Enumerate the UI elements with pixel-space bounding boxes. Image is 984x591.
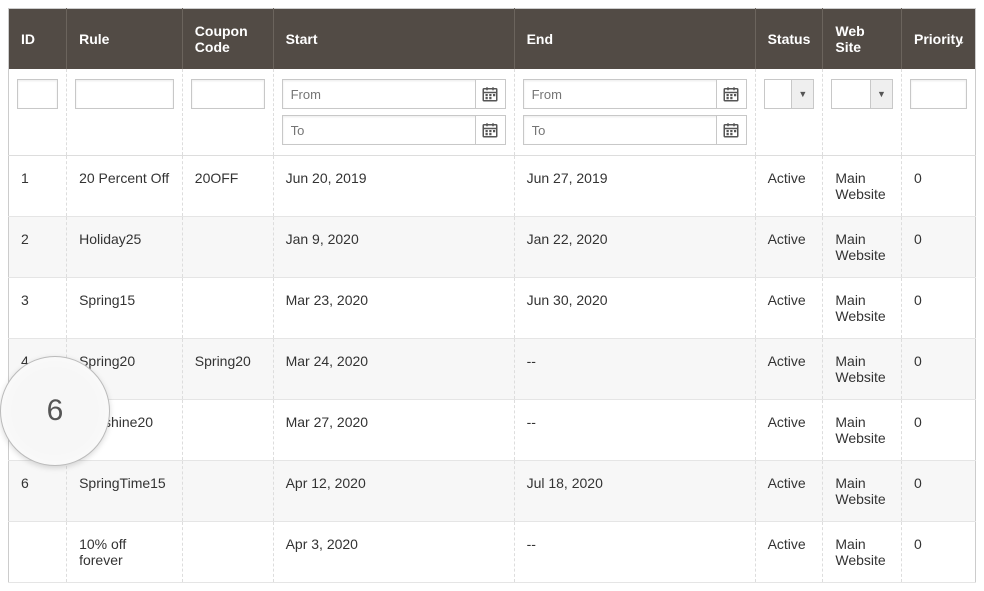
cell-coupon [182,522,273,583]
filter-website-select[interactable]: ▼ [831,79,893,109]
cell-coupon: Spring20 [182,339,273,400]
cell-end: -- [514,400,755,461]
cell-start: Mar 24, 2020 [273,339,514,400]
cell-coupon: 20OFF [182,156,273,217]
cell-status: Active [755,522,823,583]
column-header-start[interactable]: Start [273,9,514,70]
cell-website: Main Website [823,339,902,400]
cell-website: Main Website [823,156,902,217]
cell-start: Mar 23, 2020 [273,278,514,339]
cell-coupon [182,400,273,461]
cell-rule: SpringTime15 [67,461,183,522]
cell-website: Main Website [823,400,902,461]
cell-rule: 20 Percent Off [67,156,183,217]
table-row[interactable]: 2Holiday25 Jan 9, 2020Jan 22, 2020ActiveM… [9,217,976,278]
cell-end: Jun 30, 2020 [514,278,755,339]
cell-status: Active [755,339,823,400]
cell-coupon [182,461,273,522]
cell-rule: 10% off forever [67,522,183,583]
chevron-down-icon: ▼ [791,80,813,108]
filter-input-rule[interactable] [75,79,174,109]
cell-website: Main Website [823,278,902,339]
calendar-icon[interactable] [716,80,746,108]
cell-id: 5 [9,400,67,461]
cell-status: Active [755,156,823,217]
cell-rule: Spring20 [67,339,183,400]
table-row[interactable]: 5Sunshine20 Mar 27, 2020--ActiveMain Webs… [9,400,976,461]
filter-input-id[interactable] [17,79,58,109]
cell-start: Jun 20, 2019 [273,156,514,217]
filter-end-from[interactable] [523,79,747,109]
filter-end-from-input[interactable] [524,80,716,108]
cell-status: Active [755,461,823,522]
table-row[interactable]: 6SpringTime15 Apr 12, 2020Jul 18, 2020Act… [9,461,976,522]
cell-end: Jun 27, 2019 [514,156,755,217]
column-header-website[interactable]: Web Site [823,9,902,70]
filter-start-from-input[interactable] [283,80,475,108]
cell-status: Active [755,400,823,461]
cell-end: -- [514,522,755,583]
filter-input-priority[interactable] [910,79,967,109]
cell-status: Active [755,278,823,339]
cell-priority: 0 [901,461,975,522]
cell-priority: 0 [901,217,975,278]
cell-id: 4 [9,339,67,400]
column-header-status[interactable]: Status [755,9,823,70]
cell-id: 2 [9,217,67,278]
cell-priority: 0 [901,278,975,339]
cell-rule: Sunshine20 [67,400,183,461]
filter-input-coupon[interactable] [191,79,265,109]
table-row[interactable]: 10% off forever Apr 3, 2020--ActiveMain W… [9,522,976,583]
filter-status-select[interactable]: ▼ [764,79,815,109]
cell-priority: 0 [901,400,975,461]
cell-priority: 0 [901,156,975,217]
cell-status: Active [755,217,823,278]
cell-start: Jan 9, 2020 [273,217,514,278]
cell-id: 3 [9,278,67,339]
column-header-end[interactable]: End [514,9,755,70]
cell-end: Jul 18, 2020 [514,461,755,522]
table-row[interactable]: 120 Percent Off20OFFJun 20, 2019Jun 27, … [9,156,976,217]
filter-start-from[interactable] [282,79,506,109]
filter-row: ▼ ▼ [9,69,976,156]
cell-website: Main Website [823,461,902,522]
cell-coupon [182,217,273,278]
cell-priority: 0 [901,522,975,583]
cell-coupon [182,278,273,339]
table-row[interactable]: 4Spring20Spring20Mar 24, 2020--ActiveMai… [9,339,976,400]
filter-status-value [765,80,792,108]
column-header-priority-label: Priority [914,31,963,47]
chevron-down-icon: ▼ [870,80,892,108]
cell-priority: 0 [901,339,975,400]
cell-rule: Spring15 [67,278,183,339]
sort-descending-icon: ↓ [959,32,966,47]
cell-start: Mar 27, 2020 [273,400,514,461]
calendar-icon[interactable] [475,80,505,108]
filter-start-to-input[interactable] [283,116,475,144]
cell-start: Apr 12, 2020 [273,461,514,522]
column-header-coupon[interactable]: Coupon Code [182,9,273,70]
calendar-icon[interactable] [475,116,505,144]
cell-id [9,522,67,583]
filter-start-to[interactable] [282,115,506,145]
cell-website: Main Website [823,522,902,583]
cell-start: Apr 3, 2020 [273,522,514,583]
cell-end: Jan 22, 2020 [514,217,755,278]
rules-table: ID Rule Coupon Code Start End Status Web… [8,8,976,583]
filter-end-to[interactable] [523,115,747,145]
column-header-priority[interactable]: Priority ↓ [901,9,975,70]
column-header-id[interactable]: ID [9,9,67,70]
cell-end: -- [514,339,755,400]
calendar-icon[interactable] [716,116,746,144]
cell-id: 6 [9,461,67,522]
header-row: ID Rule Coupon Code Start End Status Web… [9,9,976,70]
cell-rule: Holiday25 [67,217,183,278]
column-header-rule[interactable]: Rule [67,9,183,70]
cell-id: 1 [9,156,67,217]
filter-end-to-input[interactable] [524,116,716,144]
filter-website-value [832,80,870,108]
cell-website: Main Website [823,217,902,278]
table-row[interactable]: 3Spring15 Mar 23, 2020Jun 30, 2020ActiveM… [9,278,976,339]
